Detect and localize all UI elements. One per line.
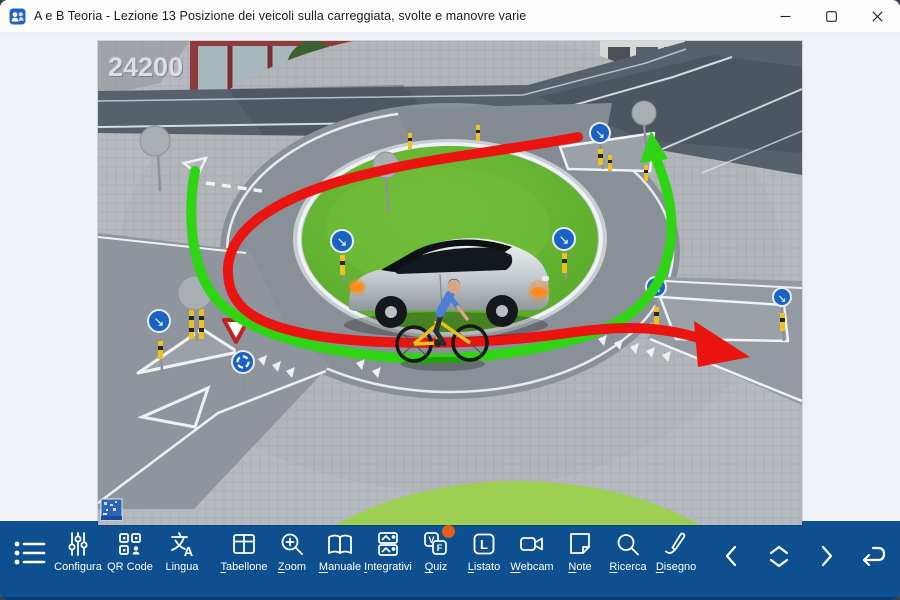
title-bar: A e B Teoria - Lezione 13 Posizione dei …: [0, 0, 900, 33]
toolbar-button-qr-code[interactable]: QR Code: [104, 530, 156, 573]
qr-code-icon: [116, 530, 144, 558]
search-icon: [614, 530, 642, 558]
lesson-list-button[interactable]: [8, 530, 52, 568]
close-button[interactable]: [854, 0, 900, 32]
svg-text:↘: ↘: [777, 293, 786, 305]
return-button[interactable]: [849, 530, 896, 569]
toolbar-button-manuale[interactable]: Manuale: [316, 530, 364, 573]
toolbar-button-lingua[interactable]: A Lingua: [156, 530, 208, 573]
svg-text:↘: ↘: [595, 127, 605, 141]
grid-icon: [230, 530, 258, 558]
maximize-icon: [826, 11, 837, 22]
toolbar-label: Note: [568, 561, 591, 573]
open-book-icon: [326, 530, 354, 558]
toolbar-label: Manuale: [319, 561, 361, 573]
lesson-image[interactable]: ↘ ↘ ↘: [98, 41, 802, 525]
lesson-content-area: ↘ ↘ ↘: [0, 33, 900, 521]
toolbar-button-tabellone[interactable]: Tabellone: [220, 530, 268, 573]
photo-number: 24200: [108, 52, 183, 82]
svg-text:F: F: [437, 543, 443, 553]
svg-text:↘: ↘: [559, 232, 570, 247]
close-icon: [872, 11, 883, 22]
toolbar-button-disegno[interactable]: Disegno: [652, 530, 700, 573]
bottom-toolbar: Configura QR Code: [0, 521, 900, 600]
chevron-left-icon: [719, 543, 745, 569]
menu-list-icon: [13, 538, 47, 568]
toolbar-button-note[interactable]: Note: [556, 530, 604, 573]
toolbar-button-integrativi[interactable]: Integrativi: [364, 530, 412, 573]
return-arrow-icon: [859, 543, 887, 569]
roundabout-scene: ↘ ↘ ↘: [98, 41, 802, 525]
toolbar-button-ricerca[interactable]: Ricerca: [604, 530, 652, 573]
minimize-icon: [780, 11, 791, 22]
thumbnail-icon[interactable]: [101, 499, 122, 520]
toolbar-button-listato[interactable]: L Listato: [460, 530, 508, 573]
webcam-icon: [518, 530, 546, 558]
rear-indicator: [350, 282, 364, 292]
minimize-button[interactable]: [762, 0, 808, 32]
front-indicator: [531, 287, 547, 297]
toolbar-label: Zoom: [278, 561, 306, 573]
list-l-icon: L: [470, 530, 498, 558]
app-window: A e B Teoria - Lezione 13 Posizione dei …: [0, 0, 900, 600]
next-button[interactable]: [802, 530, 849, 569]
toolbar-button-quiz[interactable]: V F Quiz: [412, 530, 460, 573]
toolbar-label: QR Code: [107, 561, 153, 573]
notification-dot: [442, 525, 455, 538]
chevron-right-icon: [813, 543, 839, 569]
slides-icon: [374, 530, 402, 558]
window-title: A e B Teoria - Lezione 13 Posizione dei …: [34, 9, 762, 23]
svg-text:L: L: [480, 537, 488, 552]
toolbar-button-webcam[interactable]: Webcam: [508, 530, 556, 573]
maximize-button[interactable]: [808, 0, 854, 32]
svg-text:↘: ↘: [337, 234, 348, 249]
toolbar-label: Lingua: [165, 561, 198, 573]
svg-text:A: A: [184, 544, 194, 558]
toolbar-label: Webcam: [510, 561, 553, 573]
toolbar-button-configura[interactable]: Configura: [52, 530, 104, 573]
chevron-updown-icon: [764, 543, 794, 569]
toolbar-button-zoom[interactable]: Zoom: [268, 530, 316, 573]
toolbar-label: Integrativi: [364, 561, 412, 573]
note-icon: [566, 530, 594, 558]
toolbar-label: Tabellone: [220, 561, 267, 573]
zoom-in-icon: [278, 530, 306, 558]
toolbar-label: Disegno: [656, 561, 696, 573]
app-people-icon: [9, 8, 26, 25]
sliders-icon: [64, 530, 92, 558]
toolbar-label: Configura: [54, 561, 102, 573]
jump-button[interactable]: [755, 530, 802, 569]
toolbar-label: Quiz: [425, 561, 448, 573]
previous-button[interactable]: [708, 530, 755, 569]
pen-icon: [662, 530, 690, 558]
translate-icon: A: [168, 530, 196, 558]
toolbar-label: Listato: [468, 561, 500, 573]
toolbar-label: Ricerca: [609, 561, 646, 573]
svg-text:↘: ↘: [154, 314, 165, 329]
